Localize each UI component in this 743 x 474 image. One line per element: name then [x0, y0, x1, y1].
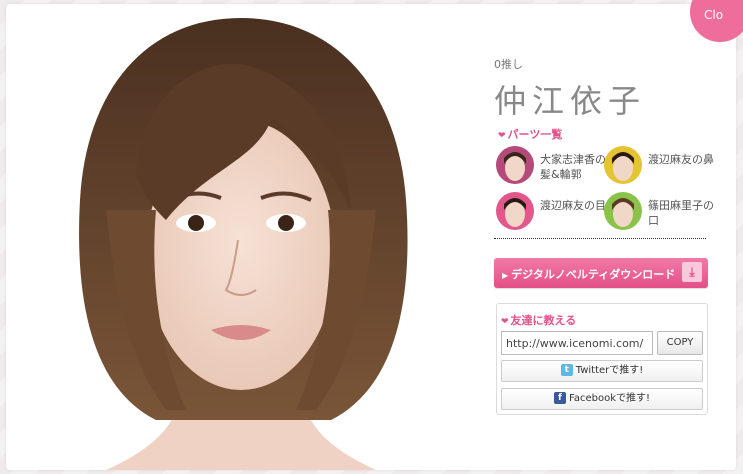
heart-icon: ❤ — [501, 317, 509, 327]
oshi-count: 0推し — [494, 58, 523, 71]
parts-heading: ❤ パーツ一覧 — [498, 126, 562, 142]
heart-icon: ❤ — [498, 131, 506, 141]
copy-button[interactable]: COPY — [657, 331, 703, 355]
twitter-icon: t — [560, 364, 573, 376]
twitter-share-button[interactable]: t Twitterで推す! — [501, 360, 703, 382]
facebook-share-label: Facebookで推す! — [569, 393, 650, 404]
part-thumbnail — [604, 192, 642, 230]
part-item-mouth[interactable]: 篠田麻里子の口 — [602, 192, 714, 234]
member-name: 仲江依子 — [494, 82, 647, 120]
download-novelty-button[interactable]: ▶ デジタルノベルティダウンロード ⤓ — [494, 258, 708, 288]
twitter-share-label: Twitterで推す! — [575, 365, 644, 376]
share-box: ❤友達に教える COPY tTwitterで推す! fFacebookで推す! — [496, 303, 708, 415]
download-icon: ⤓ — [682, 262, 702, 282]
parts-list: 大家志津香の髪&輪郭 渡辺麻友の鼻 渡辺麻友の目 篠田麻里子の口 — [494, 146, 714, 242]
close-button[interactable]: Clo — [690, 0, 743, 42]
part-item-hair[interactable]: 大家志津香の髪&輪郭 — [494, 146, 606, 188]
facebook-icon: f — [554, 392, 566, 404]
divider — [494, 238, 706, 239]
share-heading-label: 友達に教える — [510, 314, 577, 327]
share-heading: ❤ 友達に教える — [501, 312, 576, 328]
part-label: 篠田麻里子の口 — [648, 199, 714, 227]
parts-heading-label: パーツ一覧 — [507, 128, 563, 141]
face-photo — [46, 10, 436, 470]
download-novelty-label: デジタルノベルティダウンロード — [511, 268, 676, 281]
share-url-input[interactable] — [501, 331, 653, 355]
part-thumbnail — [496, 146, 534, 184]
arrow-icon: ▶ — [502, 271, 509, 280]
part-label: 大家志津香の髪&輪郭 — [540, 153, 606, 181]
part-label: 渡辺麻友の目 — [540, 199, 606, 212]
facebook-share-button[interactable]: f Facebookで推す! — [501, 388, 703, 410]
close-button-label: Clo — [704, 8, 724, 22]
part-item-nose[interactable]: 渡辺麻友の鼻 — [602, 146, 714, 188]
profile-panel: Clo 0推し 仲江依子 ❤ パーツ一覧 大家志津香の髪&輪郭 渡辺麻友の鼻 渡… — [6, 0, 743, 470]
part-label: 渡辺麻友の鼻 — [648, 153, 714, 166]
part-item-eyes[interactable]: 渡辺麻友の目 — [494, 192, 606, 234]
part-thumbnail — [604, 146, 642, 184]
part-thumbnail — [496, 192, 534, 230]
